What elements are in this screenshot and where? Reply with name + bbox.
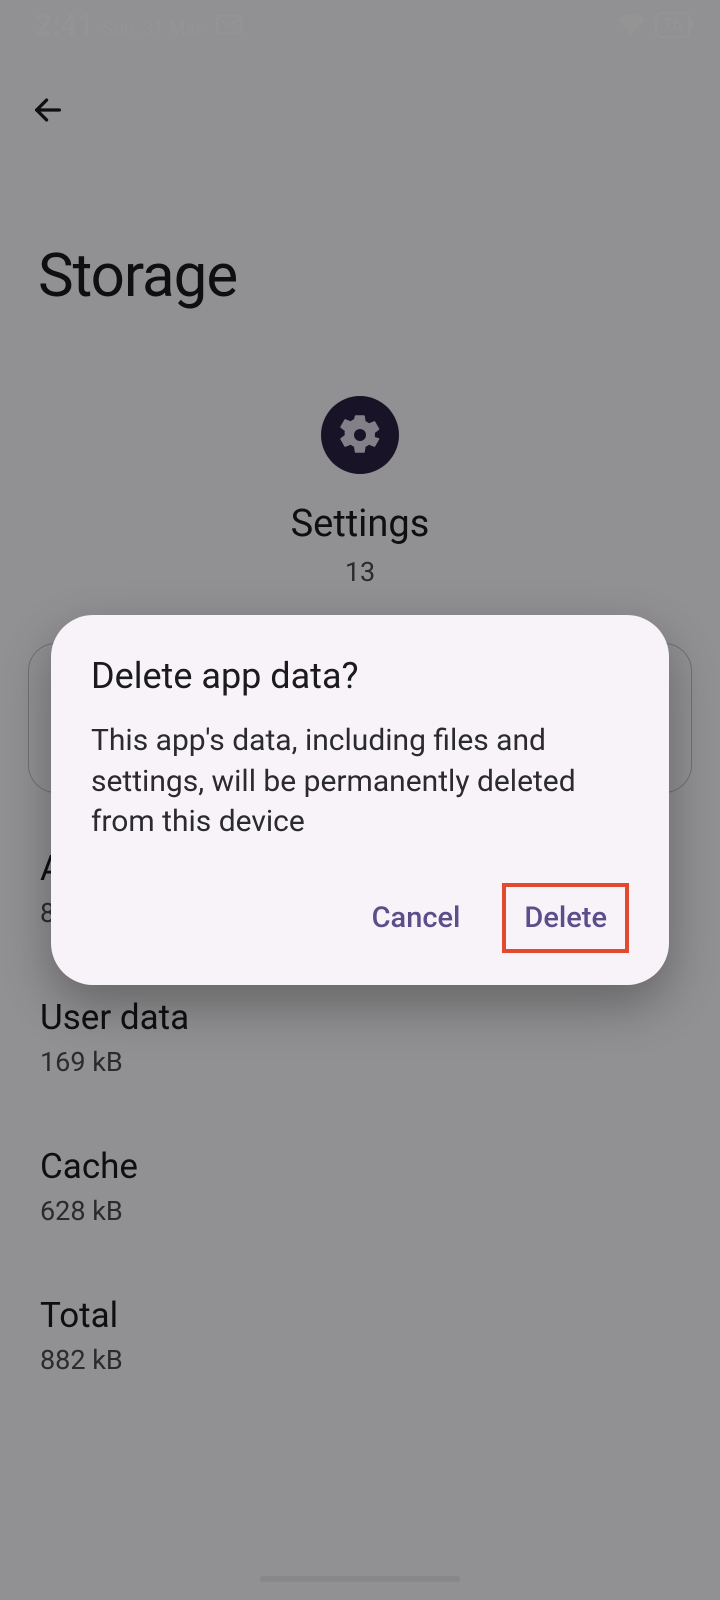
dialog-buttons: Cancel Delete: [91, 883, 629, 953]
modal-overlay[interactable]: Delete app data? This app's data, includ…: [0, 0, 720, 1600]
dialog-title: Delete app data?: [91, 655, 629, 697]
cancel-button[interactable]: Cancel: [354, 883, 479, 953]
dialog-message: This app's data, including files and set…: [91, 721, 629, 843]
home-indicator[interactable]: [260, 1576, 460, 1582]
delete-button[interactable]: Delete: [502, 883, 629, 953]
delete-dialog: Delete app data? This app's data, includ…: [51, 615, 669, 985]
